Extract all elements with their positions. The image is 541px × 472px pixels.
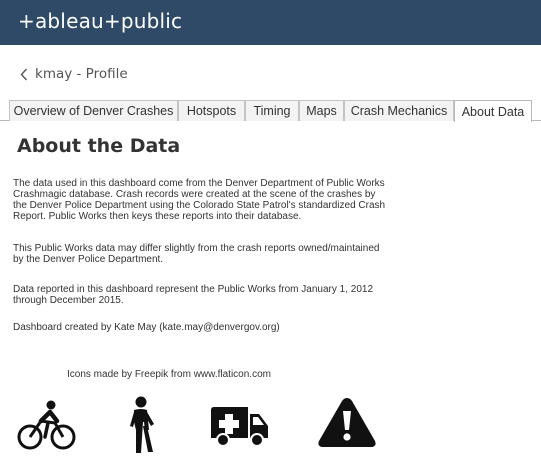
pedestrian-icon — [130, 396, 154, 453]
text-line: This Public Works data may differ slight… — [13, 243, 380, 254]
back-link-label: kmay - Profile — [35, 66, 128, 82]
tab-strip: Overview of Denver Crashes Hotspots Timi… — [0, 100, 541, 122]
ambulance-icon — [211, 407, 268, 447]
paragraph-source: The data used in this dashboard come fro… — [13, 178, 433, 222]
text-line: Data reported in this dashboard represen… — [13, 284, 374, 295]
tab-crash-mechanics[interactable]: Crash Mechanics — [344, 100, 454, 121]
text-line: by the Denver Police Department. — [13, 254, 164, 265]
tab-overview[interactable]: Overview of Denver Crashes — [9, 100, 178, 121]
tab-label: Maps — [306, 104, 337, 118]
warning-icon — [318, 398, 376, 447]
tab-about-data[interactable]: About Data — [454, 100, 532, 122]
text-line: The data used in this dashboard come fro… — [13, 178, 385, 189]
tab-label: Crash Mechanics — [350, 104, 448, 118]
text-line: Crashmagic database. Crash records were … — [13, 189, 376, 200]
paragraph-author: Dashboard created by Kate May (kate.may@… — [13, 322, 433, 333]
tab-label: About Data — [461, 104, 525, 119]
back-to-profile-link[interactable]: kmay - Profile — [20, 66, 128, 82]
tab-label: Overview of Denver Crashes — [13, 104, 174, 118]
tableau-public-logo[interactable]: +ableau+public — [18, 9, 182, 33]
logo-text: +ableau+public — [18, 9, 183, 33]
text-line: Report. Public Works then keys these rep… — [13, 211, 302, 222]
top-bar: +ableau+public — [0, 0, 541, 45]
tab-label: Timing — [253, 104, 291, 118]
chevron-left-icon — [20, 68, 28, 80]
text-line: through December 2015. — [13, 295, 124, 306]
page-title: About the Data — [17, 135, 181, 157]
tab-maps[interactable]: Maps — [299, 100, 344, 121]
text-line: Dashboard created by Kate May (kate.may@… — [13, 322, 280, 333]
icon-credit: Icons made by Freepik from www.flaticon.… — [67, 369, 271, 380]
paragraph-disclaimer: This Public Works data may differ slight… — [13, 243, 433, 265]
tab-label: Hotspots — [186, 104, 237, 118]
tab-timing[interactable]: Timing — [245, 100, 299, 121]
tab-hotspots[interactable]: Hotspots — [178, 100, 245, 121]
paragraph-date-range: Data reported in this dashboard represen… — [13, 284, 433, 306]
text-line: the Denver Police Department using the C… — [13, 200, 386, 211]
bicycle-icon — [17, 400, 76, 450]
